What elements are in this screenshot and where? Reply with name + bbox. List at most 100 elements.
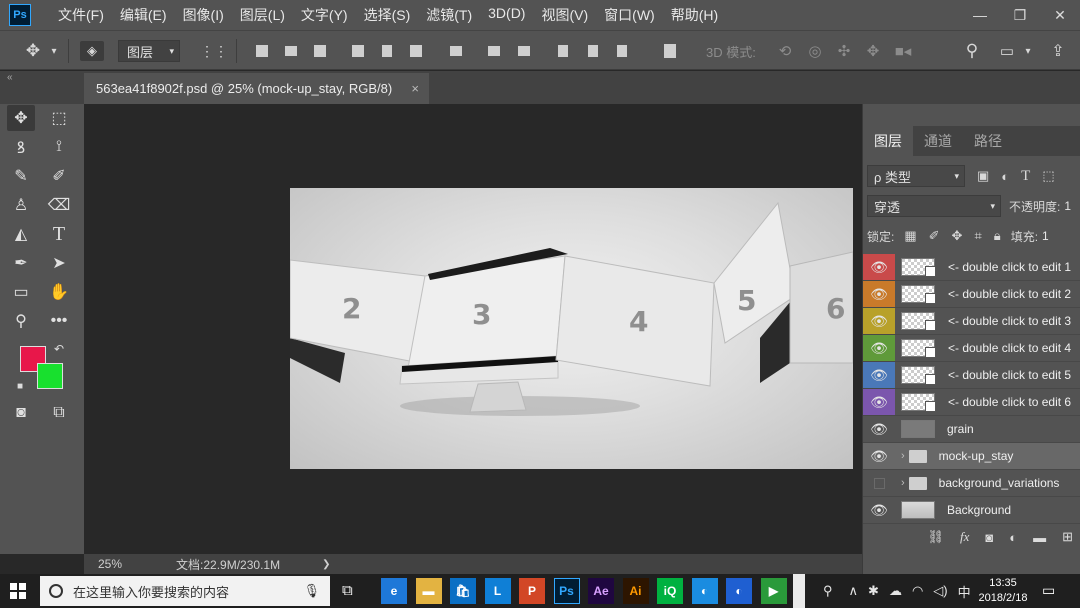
fill-value[interactable]: 1 xyxy=(1042,229,1049,243)
blend-mode-dropdown[interactable]: 穿透 ▾ xyxy=(867,195,1001,217)
people-icon[interactable]: ⚲ xyxy=(823,583,833,599)
transform-controls-icon[interactable]: ⋮⋮ xyxy=(200,41,228,61)
share-icon[interactable]: ⇪ xyxy=(1048,41,1068,61)
zoom-tool-icon[interactable]: ⚲ xyxy=(7,308,35,334)
lock-all-icon[interactable]: 🔒︎ xyxy=(994,228,1001,244)
taskbar-app-icon[interactable]: iQ xyxy=(657,578,683,604)
auto-select-icon[interactable]: ◈ xyxy=(80,41,104,61)
onedrive-icon[interactable]: ☁ xyxy=(889,583,902,599)
tab-channels[interactable]: 通道 xyxy=(913,126,963,156)
tab-layers[interactable]: 图层 xyxy=(863,126,913,156)
ime-indicator[interactable]: 中 xyxy=(958,582,971,601)
distribute-left-icon[interactable] xyxy=(553,41,573,61)
opacity-value[interactable]: 1 xyxy=(1064,199,1071,213)
paint-bucket-tool-icon[interactable]: ◭ xyxy=(7,221,35,247)
scrollbar[interactable] xyxy=(793,574,805,608)
status-menu-arrow-icon[interactable]: ❯ xyxy=(322,559,330,570)
layer-row[interactable]: 👁︎ grain xyxy=(863,416,1080,443)
menu-item[interactable]: 滤镜(T) xyxy=(418,5,480,25)
distribute-right-icon[interactable] xyxy=(612,41,632,61)
align-top-icon[interactable] xyxy=(252,41,272,61)
eye-icon[interactable]: 👁︎ xyxy=(863,281,895,307)
document-canvas[interactable]: 2 3 4 5 6 xyxy=(290,188,853,469)
clock[interactable]: 13:35 2018/2/18 xyxy=(976,576,1030,606)
taskbar-search[interactable]: 在这里输入你要搜索的内容 🎙︎ xyxy=(40,576,330,606)
align-left-icon[interactable] xyxy=(348,41,368,61)
rectangle-tool-icon[interactable]: ▭ xyxy=(7,279,35,305)
taskbar-app-icon[interactable]: e xyxy=(381,578,407,604)
wifi-icon[interactable]: ◠ xyxy=(912,583,923,599)
notifications-icon[interactable]: ▭ xyxy=(1042,582,1055,599)
menu-item[interactable]: 视图(V) xyxy=(533,5,596,25)
zoom-level[interactable]: 25% xyxy=(98,557,122,571)
align-horizontal-center-icon[interactable] xyxy=(377,41,397,61)
filter-adjustment-icon[interactable]: ◐ xyxy=(1001,169,1009,184)
background-color-swatch[interactable] xyxy=(37,363,63,389)
chevron-right-icon[interactable]: › xyxy=(901,477,905,489)
align-right-icon[interactable] xyxy=(406,41,426,61)
quick-selection-tool-icon[interactable]: ⟟ xyxy=(45,134,73,160)
document-tab[interactable]: 563ea41f8902f.psd @ 25% (mock-up_stay, R… xyxy=(84,73,429,104)
eraser-tool-icon[interactable]: ⌫ xyxy=(45,192,73,218)
pen-tool-icon[interactable]: ✒ xyxy=(7,250,35,276)
filter-image-icon[interactable]: ▣ xyxy=(977,168,989,184)
swap-colors-icon[interactable]: ↶ xyxy=(54,342,64,356)
layer-row[interactable]: 👁︎ <- double click to edit 5 xyxy=(863,362,1080,389)
taskbar-app-icon[interactable]: 🛍 xyxy=(450,578,476,604)
bluetooth-icon[interactable]: ✱ xyxy=(868,583,879,599)
taskbar-app-icon[interactable]: ▬ xyxy=(415,578,442,604)
align-vertical-center-icon[interactable] xyxy=(281,41,301,61)
layer-row[interactable]: › background_variations xyxy=(863,470,1080,497)
chevron-up-icon[interactable]: ∧ xyxy=(849,583,859,599)
eye-icon[interactable]: 👁︎ xyxy=(863,389,895,415)
taskbar-app-icon[interactable]: Ps xyxy=(553,578,580,604)
adjustment-layer-icon[interactable]: ◐ xyxy=(1009,530,1017,545)
eye-icon[interactable]: 👁︎ xyxy=(863,443,895,469)
layer-row[interactable]: 👁︎ <- double click to edit 4 xyxy=(863,335,1080,362)
workspace-icon[interactable]: ▭ xyxy=(997,41,1017,61)
taskbar-app-icon[interactable]: ▶ xyxy=(760,578,787,604)
fx-icon[interactable]: fx xyxy=(960,529,969,545)
new-group-icon[interactable]: ▬ xyxy=(1033,530,1046,545)
menu-item[interactable]: 编辑(E) xyxy=(112,5,175,25)
menu-item[interactable]: 窗口(W) xyxy=(596,5,663,25)
3d-pan-icon[interactable]: ✣ xyxy=(834,41,854,61)
eye-icon[interactable]: 👁︎ xyxy=(863,362,895,388)
auto-select-dropdown[interactable]: 图层 ▾ xyxy=(118,40,180,62)
collapse-toolbar-icon[interactable]: « xyxy=(7,72,13,83)
hand-tool-icon[interactable]: ✋ xyxy=(45,279,73,305)
move-tool-icon[interactable]: ✥ xyxy=(22,41,44,61)
lock-pixels-icon[interactable]: ✐ xyxy=(929,228,940,244)
auto-align-icon[interactable] xyxy=(660,41,680,61)
windows-start-icon[interactable] xyxy=(10,583,26,599)
layer-row[interactable]: 👁︎ › mock-up_stay xyxy=(863,443,1080,470)
move-tool-icon[interactable]: ✥ xyxy=(7,105,35,131)
minimize-button[interactable]: — xyxy=(960,0,1000,30)
menu-item[interactable]: 图像(I) xyxy=(175,5,232,25)
add-mask-icon[interactable]: ◙ xyxy=(985,530,993,545)
volume-icon[interactable]: ◁) xyxy=(933,583,947,599)
distribute-top-icon[interactable] xyxy=(446,41,466,61)
screen-mode-icon[interactable]: ⧉ xyxy=(45,400,73,426)
layer-row[interactable]: 👁︎ <- double click to edit 3 xyxy=(863,308,1080,335)
layer-row[interactable]: 👁︎ Background xyxy=(863,497,1080,524)
distribute-bottom-icon[interactable] xyxy=(514,41,534,61)
distribute-horizontal-icon[interactable] xyxy=(583,41,603,61)
taskbar-app-icon[interactable]: ◐ xyxy=(726,578,752,604)
stamp-tool-icon[interactable]: ♙ xyxy=(7,192,35,218)
tab-paths[interactable]: 路径 xyxy=(963,126,1013,156)
layer-row[interactable]: 👁︎ <- double click to edit 1 xyxy=(863,254,1080,281)
3d-roll-icon[interactable]: ◎ xyxy=(805,41,825,61)
menu-item[interactable]: 文字(Y) xyxy=(293,5,356,25)
taskbar-app-icon[interactable]: Ai xyxy=(622,578,649,604)
microphone-icon[interactable]: 🎙︎ xyxy=(303,583,320,599)
close-button[interactable]: ✕ xyxy=(1040,0,1080,30)
eye-icon[interactable]: 👁︎ xyxy=(863,335,895,361)
eye-icon[interactable]: 👁︎ xyxy=(863,254,895,280)
default-colors-icon[interactable]: ■ xyxy=(17,381,23,392)
menu-item[interactable]: 3D(D) xyxy=(480,5,533,25)
taskbar-app-icon[interactable]: ◐ xyxy=(691,578,718,604)
taskbar-app-icon[interactable]: P xyxy=(519,578,545,604)
brush-tool-icon[interactable]: ✐ xyxy=(45,163,73,189)
task-view-icon[interactable]: ⧉ xyxy=(342,582,353,599)
